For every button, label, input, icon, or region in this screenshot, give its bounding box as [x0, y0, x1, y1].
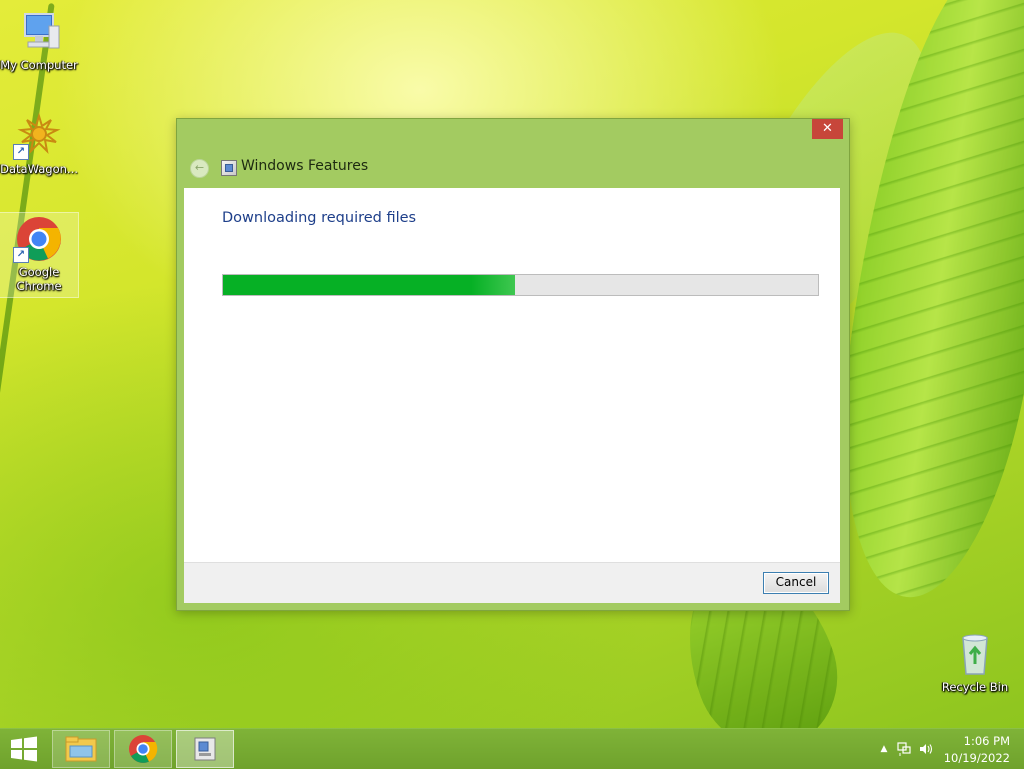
show-hidden-icons-chevron-icon[interactable]: ▲: [876, 741, 892, 757]
chrome-icon: [129, 735, 158, 763]
desktop-icon-my-computer[interactable]: My Computer: [0, 8, 78, 72]
desktop-icon-google-chrome[interactable]: ↗ Google Chrome: [0, 212, 79, 298]
shortcut-arrow-icon: ↗: [13, 247, 29, 263]
datawagon-icon: ↗: [13, 112, 63, 160]
desktop-icon-datawagon[interactable]: ↗ DataWagon...: [0, 112, 78, 176]
clock-date[interactable]: 10/19/2022: [944, 751, 1010, 765]
recycle-bin-icon: [951, 630, 999, 678]
desktop-icon-recycle-bin[interactable]: Recycle Bin: [936, 630, 1014, 694]
desktop: My Computer ↗ DataWagon... ↗ Google Chro…: [0, 0, 1024, 728]
wallpaper-leaf-stem: [0, 2, 55, 698]
download-progress-bar: [222, 274, 819, 296]
taskbar-windows-features[interactable]: [176, 730, 234, 768]
volume-icon[interactable]: [918, 741, 934, 757]
windows-features-dialog: ✕ ← Windows Features Downloading require…: [176, 118, 850, 611]
close-button[interactable]: ✕: [812, 119, 843, 139]
taskbar-file-explorer[interactable]: [52, 730, 110, 768]
start-button[interactable]: [0, 730, 48, 768]
desktop-icon-label: Recycle Bin: [941, 680, 1009, 694]
taskbar-chrome[interactable]: [114, 730, 172, 768]
clock-time[interactable]: 1:06 PM: [964, 734, 1010, 748]
status-heading: Downloading required files: [222, 210, 417, 226]
desktop-icon-label: DataWagon...: [0, 162, 78, 176]
cancel-button[interactable]: Cancel: [763, 572, 829, 594]
file-explorer-icon: [65, 736, 97, 762]
back-arrow-icon[interactable]: ←: [190, 159, 209, 178]
computer-icon: [15, 8, 63, 56]
shortcut-arrow-icon: ↗: [13, 144, 29, 160]
window-title: Windows Features: [241, 158, 369, 174]
desktop-icon-label: Google Chrome: [16, 265, 62, 293]
windows-start-icon: [11, 736, 37, 762]
taskbar: ▲ 1:06 PM 10/19/2022: [0, 728, 1024, 769]
dialog-footer: Cancel: [184, 562, 840, 603]
windows-features-icon: [194, 737, 216, 761]
chrome-icon: ↗: [13, 215, 63, 263]
dialog-content: Downloading required files: [184, 188, 840, 562]
desktop-icon-label: My Computer: [0, 58, 78, 72]
progress-fill: [223, 275, 515, 295]
system-tray: ▲ 1:06 PM 10/19/2022: [864, 729, 1024, 769]
network-icon[interactable]: [896, 741, 912, 757]
windows-features-icon: [221, 160, 237, 176]
